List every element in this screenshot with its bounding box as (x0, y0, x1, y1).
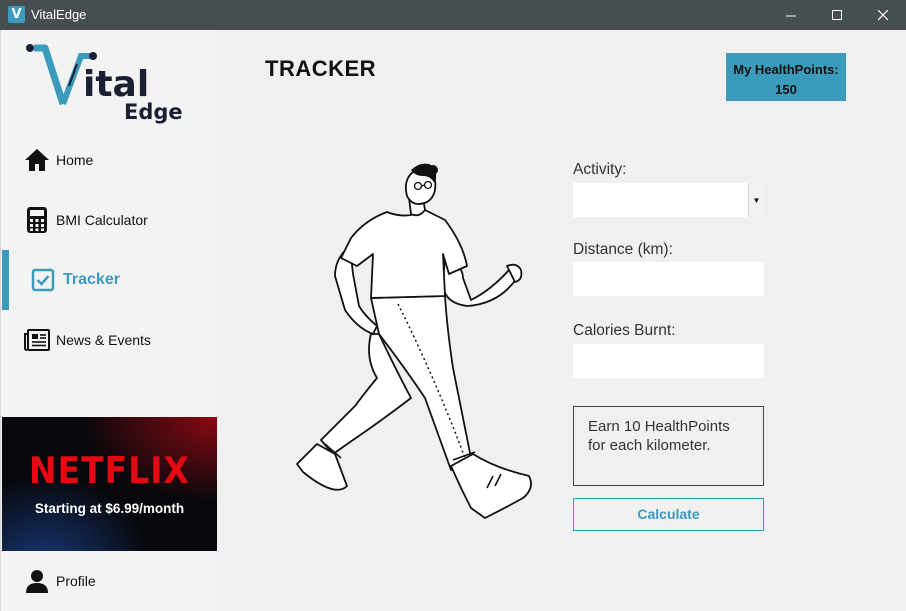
title-bar: V VitalEdge (0, 0, 906, 30)
distance-input[interactable] (573, 262, 764, 296)
healthpoints-value: 150 (775, 82, 797, 97)
page-title: TRACKER (265, 56, 377, 81)
sidebar-item-label: News & Events (56, 332, 151, 348)
healthpoints-badge: My HealthPoints: 150 (726, 53, 846, 101)
sidebar-item-profile[interactable]: Profile (1, 551, 217, 611)
window-title: VitalEdge (31, 7, 87, 22)
sidebar-item-bmi-calculator[interactable]: BMI Calculator (1, 190, 217, 250)
calories-input[interactable] (573, 344, 764, 378)
sidebar-item-label: BMI Calculator (56, 212, 148, 228)
maximize-icon (831, 9, 842, 20)
activity-label: Activity: (573, 161, 627, 178)
netflix-ad-banner[interactable]: NETFLIX Starting at $6.99/month (2, 417, 217, 551)
app-icon: V (8, 6, 25, 23)
maximize-button[interactable] (814, 0, 860, 30)
healthpoints-label: My HealthPoints: (733, 62, 839, 77)
calculator-icon (23, 206, 51, 234)
ad-brand: NETFLIX (29, 449, 190, 492)
distance-label: Distance (km): (573, 241, 673, 258)
calculate-button[interactable]: Calculate (573, 498, 764, 531)
ad-text: Starting at $6.99/month (34, 501, 185, 516)
sidebar-item-home[interactable]: Home (1, 130, 217, 190)
home-icon (23, 146, 51, 174)
sidebar-item-label: Profile (56, 573, 96, 589)
sidebar-item-tracker[interactable]: Tracker (1, 250, 217, 310)
user-icon (23, 567, 51, 595)
sidebar-item-label: Home (56, 152, 94, 168)
active-indicator (2, 250, 9, 310)
sidebar-item-label: Tracker (63, 271, 120, 288)
close-button[interactable] (860, 0, 906, 30)
svg-text:Edge: Edge (124, 100, 183, 124)
calories-label: Calories Burnt: (573, 322, 676, 339)
close-icon (877, 9, 888, 20)
activity-select[interactable]: ▼ (573, 183, 764, 217)
chevron-down-icon[interactable]: ▼ (748, 183, 764, 217)
sidebar: ital Edge Home BMI Calculator Tracker Ne… (0, 30, 217, 611)
info-text-box: Earn 10 HealthPoints for each kilometer. (573, 406, 764, 486)
newspaper-icon (23, 326, 51, 354)
minimize-icon (785, 15, 796, 16)
walking-person-illustration (296, 163, 532, 519)
minimize-button[interactable] (768, 0, 814, 30)
svg-text:ital: ital (83, 64, 149, 105)
sidebar-item-news-events[interactable]: News & Events (1, 310, 217, 370)
vitaledge-logo: ital Edge (26, 44, 183, 124)
checkbox-icon (29, 266, 57, 294)
